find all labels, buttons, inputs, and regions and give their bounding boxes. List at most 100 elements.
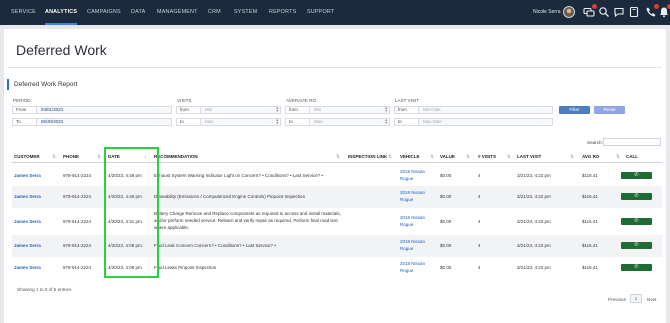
nav-analytics-label: ANALYTICS xyxy=(45,9,78,15)
avg-ro-min-spinner[interactable]: ▲ ▼ xyxy=(384,106,388,113)
sort-icon: ⇅ xyxy=(336,154,340,159)
period-from-field[interactable]: From 04/01/2023 xyxy=(12,106,172,114)
call-button[interactable]: ✆ xyxy=(621,172,652,179)
nav-system[interactable]: SYSTEM xyxy=(234,0,257,25)
visits-from-prefix: from xyxy=(177,107,201,113)
visits-cell: 4 xyxy=(478,173,481,178)
vehicle-link[interactable]: 2018 Nissan Rogue xyxy=(400,189,425,203)
last-visit-max-placeholder: Max Date xyxy=(423,119,442,124)
search-icon[interactable] xyxy=(598,6,610,18)
avg-ro-cell: $116.41 xyxy=(582,219,598,224)
visits-cell: 4 xyxy=(478,219,481,224)
phone-cell: 978-914-2224 xyxy=(63,243,92,248)
avg-ro-max-placeholder: Max xyxy=(314,119,323,124)
phone-icon: ✆ xyxy=(634,264,639,270)
nav-support[interactable]: SUPPORT xyxy=(307,0,334,25)
nav-reports[interactable]: REPORTS xyxy=(269,0,296,25)
phone-icon: ✆ xyxy=(634,193,639,199)
vehicle-line2: Rogue xyxy=(400,197,414,202)
customer-link[interactable]: James Serra xyxy=(14,218,41,225)
main-panel: Deferred Work Deferred Work Report PERIO… xyxy=(4,29,666,323)
nav-campaigns[interactable]: CAMPAIGNS xyxy=(87,0,121,25)
phone-icon: ✆ xyxy=(634,218,639,224)
vehicle-line1: 2018 Nissan xyxy=(400,261,426,266)
avg-ro-max-spinner[interactable]: ▲ ▼ xyxy=(384,118,388,125)
tablet-icon[interactable] xyxy=(628,6,640,18)
customer-link[interactable]: James Serra xyxy=(14,193,41,200)
nav-service[interactable]: SERVICE xyxy=(11,0,36,25)
title-divider xyxy=(8,67,662,68)
pagination-previous[interactable]: Previous xyxy=(608,297,626,302)
visits-cell: 4 xyxy=(478,243,481,248)
phone-cell: 978-914-2224 xyxy=(63,173,92,178)
vehicle-link[interactable]: 2018 Nissan Rogue xyxy=(400,260,425,274)
visits-max-spinner[interactable]: ▲ ▼ xyxy=(275,118,279,125)
search-input[interactable] xyxy=(603,138,661,146)
user-name[interactable]: Nicole Serra xyxy=(533,0,561,25)
period-from-prefix: From xyxy=(13,107,37,113)
avg-ro-min-field[interactable]: from Min ▲ ▼ xyxy=(285,106,390,114)
filter-button[interactable]: Filter xyxy=(559,106,590,114)
phone-icon: ✆ xyxy=(634,242,639,248)
avg-ro-max-field[interactable]: to Max ▲ ▼ xyxy=(285,118,390,126)
avg-ro-cell: $116.41 xyxy=(582,173,598,178)
customer-link[interactable]: James Serra xyxy=(14,242,41,249)
messages-icon[interactable] xyxy=(583,4,597,18)
nav-data[interactable]: DATA xyxy=(131,0,145,25)
sort-icon: ⇅ xyxy=(52,154,56,159)
visits-min-field[interactable]: from Min ▲ ▼ xyxy=(176,106,281,114)
phone-cell: 978-914-2224 xyxy=(63,194,92,199)
col-inspection-link[interactable]: INSPECTION LINK xyxy=(348,154,387,159)
nav-analytics[interactable]: ANALYTICS xyxy=(45,0,78,25)
last-visit-from-field[interactable]: from Min Date xyxy=(394,106,553,114)
nav-crm[interactable]: CRM xyxy=(208,0,221,25)
notification-badge xyxy=(592,4,597,9)
sort-icon: ⇅ xyxy=(430,154,434,159)
period-from-value: 04/01/2023 xyxy=(41,107,63,112)
section-title: Deferred Work Report xyxy=(14,81,78,88)
col-phone[interactable]: PHONE xyxy=(63,154,79,159)
value-cell: $0.00 xyxy=(440,173,452,178)
chat-icon[interactable] xyxy=(613,6,625,18)
bell-icon[interactable] xyxy=(658,4,670,18)
last-visit-to-field[interactable]: to Max Date xyxy=(394,118,553,126)
phone-call-icon[interactable] xyxy=(645,4,659,18)
customer-link[interactable]: James Serra xyxy=(14,264,41,271)
col-vehicle[interactable]: VEHICLE xyxy=(400,154,420,159)
value-cell: $0.00 xyxy=(440,194,452,199)
col-recommendation[interactable]: RECOMMENDATION xyxy=(154,154,198,159)
col-avg-ro[interactable]: AVG RO xyxy=(582,154,599,159)
call-button[interactable]: ✆ xyxy=(621,264,652,271)
vehicle-line1: 2018 Nissan xyxy=(400,190,426,195)
period-to-field[interactable]: To 06/30/2023 xyxy=(12,118,172,126)
visits-max-field[interactable]: to Max ▲ ▼ xyxy=(176,118,281,126)
last-visit-label: LAST VISIT xyxy=(395,98,420,103)
call-button[interactable]: ✆ xyxy=(621,242,652,249)
col-customer[interactable]: CUSTOMER xyxy=(14,154,40,159)
period-to-prefix: To xyxy=(13,119,37,125)
recommendation-cell: Driveability (Emissions / Computerized E… xyxy=(154,194,306,199)
col-value[interactable]: VALUE xyxy=(440,154,455,159)
reset-button[interactable]: Reset xyxy=(594,106,625,114)
vehicle-line2: Rogue xyxy=(400,246,414,251)
visits-cell: 4 xyxy=(478,194,481,199)
call-button[interactable]: ✆ xyxy=(621,193,652,200)
vehicle-link[interactable]: 2018 Nissan Rogue xyxy=(400,168,425,182)
vehicle-link[interactable]: 2018 Nissan Rogue xyxy=(400,214,425,228)
call-button[interactable]: ✆ xyxy=(621,218,652,225)
nav-management[interactable]: MANAGEMENT xyxy=(157,0,198,25)
pagination-page-1[interactable]: 1 xyxy=(630,294,642,303)
vehicle-link[interactable]: 2018 Nissan Rogue xyxy=(400,238,425,252)
customer-link[interactable]: James Serra xyxy=(14,172,41,179)
avatar[interactable] xyxy=(563,6,575,18)
value-cell: $0.00 xyxy=(440,265,452,270)
last-visit-cell: 3/21/23, 4:22 pm xyxy=(517,194,551,199)
top-nav: SERVICE ANALYTICS CAMPAIGNS DATA MANAGEM… xyxy=(0,0,670,25)
entries-info: Showing 1 to 5 of 5 entries xyxy=(17,287,72,292)
visits-min-spinner[interactable]: ▲ ▼ xyxy=(275,106,279,113)
col-visits[interactable]: # VISITS xyxy=(478,154,496,159)
col-last-visit[interactable]: LAST VISIT xyxy=(517,154,541,159)
last-visit-from-prefix: from xyxy=(395,107,419,113)
avg-ro-cell: $116.41 xyxy=(582,243,598,248)
pagination-next[interactable]: Next xyxy=(647,297,656,302)
